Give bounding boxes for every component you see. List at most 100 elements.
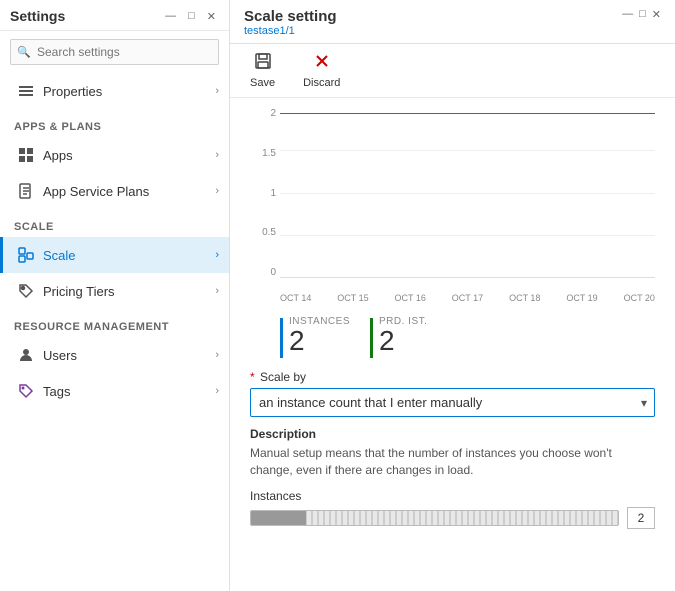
instances-section: Instances 2 <box>250 489 655 529</box>
chevron-right-icon: › <box>215 185 219 197</box>
scale-by-select-wrapper: an instance count that I enter manually … <box>250 388 655 417</box>
instance-badge-prod: PRD. IST. 2 <box>370 316 427 358</box>
section-header-apps-plans: APPS & PLANS <box>0 109 229 137</box>
chart-body <box>280 108 655 278</box>
main-panel: Scale setting testase1/1 — □ ✕ Save Disc… <box>230 0 675 591</box>
chevron-right-icon: › <box>215 285 219 297</box>
chart-area: 2 1.5 1 0.5 0 OCT 14 OCT 15 OCT 16 OCT 1… <box>250 108 655 308</box>
sidebar-item-scale[interactable]: Scale › <box>0 237 229 273</box>
chevron-right-icon: › <box>215 85 219 97</box>
x-label-oct17: OCT 17 <box>452 293 483 303</box>
discard-icon <box>313 52 331 75</box>
scale-icon <box>17 246 35 264</box>
instances-label: Instances <box>250 489 655 503</box>
sidebar-item-label: App Service Plans <box>43 184 215 199</box>
save-button[interactable]: Save <box>244 48 281 93</box>
sidebar-item-label: Pricing Tiers <box>43 284 215 299</box>
main-titlebar: Scale setting testase1/1 — □ ✕ <box>230 0 675 44</box>
x-label-oct19: OCT 19 <box>566 293 597 303</box>
sidebar-item-app-service-plans[interactable]: App Service Plans › <box>0 173 229 209</box>
description-section: Description Manual setup means that the … <box>250 427 655 479</box>
minimize-button-main[interactable]: — <box>622 8 633 21</box>
instances-slider-track[interactable] <box>250 510 619 526</box>
scale-section: * Scale by an instance count that I ente… <box>250 370 655 417</box>
search-input[interactable] <box>10 39 219 65</box>
grid-icon <box>17 146 35 164</box>
settings-panel-title: Settings <box>10 8 65 24</box>
y-label-1: 1 <box>270 188 276 199</box>
close-button-main[interactable]: ✕ <box>652 8 661 21</box>
minimize-button[interactable]: — <box>162 9 179 24</box>
settings-titlebar-controls: — □ ✕ <box>162 9 219 24</box>
scale-by-label: * Scale by <box>250 370 655 384</box>
instances-value: 2 <box>627 507 655 529</box>
discard-button[interactable]: Discard <box>297 48 346 93</box>
page-icon <box>17 182 35 200</box>
toolbar: Save Discard <box>230 44 675 98</box>
grid-line-3 <box>280 235 655 236</box>
grid-line-2 <box>280 193 655 194</box>
sidebar-item-pricing-tiers[interactable]: Pricing Tiers › <box>0 273 229 309</box>
search-icon: 🔍 <box>17 46 31 59</box>
bars-icon <box>17 82 35 100</box>
main-content: 2 1.5 1 0.5 0 OCT 14 OCT 15 OCT 16 OCT 1… <box>230 98 675 591</box>
save-label: Save <box>250 77 275 89</box>
tag2-icon <box>17 382 35 400</box>
maximize-button[interactable]: □ <box>185 9 198 24</box>
sidebar-item-label: Apps <box>43 148 215 163</box>
badge-bar-green <box>370 318 373 358</box>
chevron-right-icon: › <box>215 385 219 397</box>
x-label-oct16: OCT 16 <box>395 293 426 303</box>
chart-y-axis: 2 1.5 1 0.5 0 <box>250 108 280 278</box>
settings-panel: Settings — □ ✕ 🔍 Properties › APPS & PLA… <box>0 0 230 591</box>
badge-number-prod: 2 <box>379 327 427 355</box>
required-marker: * <box>250 370 255 384</box>
main-panel-title: Scale setting <box>244 8 337 25</box>
maximize-button-main[interactable]: □ <box>639 8 646 21</box>
sidebar-item-properties[interactable]: Properties › <box>0 73 229 109</box>
sidebar-item-label: Properties <box>43 84 215 99</box>
y-label-2: 2 <box>270 108 276 119</box>
instances-slider-row: 2 <box>250 507 655 529</box>
nav-section-apps-plans: APPS & PLANS Apps › App Service Plans › <box>0 109 229 209</box>
y-label-0: 0 <box>270 267 276 278</box>
save-icon <box>254 52 272 75</box>
grid-line-1 <box>280 150 655 151</box>
y-label-1-5: 1.5 <box>262 148 276 159</box>
nav-section-resource-management: RESOURCE MANAGEMENT Users › Tags › <box>0 309 229 409</box>
nav-section-scale: SCALE Scale › Pricing Tiers › <box>0 209 229 309</box>
chevron-right-icon: › <box>215 349 219 361</box>
sidebar-item-tags[interactable]: Tags › <box>0 373 229 409</box>
badge-content-instances: INSTANCES 2 <box>289 316 350 355</box>
chevron-right-icon: › <box>215 149 219 161</box>
chart-x-labels: OCT 14 OCT 15 OCT 16 OCT 17 OCT 18 OCT 1… <box>280 288 655 308</box>
scale-by-select[interactable]: an instance count that I enter manually … <box>250 388 655 417</box>
chart-data-line <box>280 113 655 114</box>
sidebar-item-users[interactable]: Users › <box>0 337 229 373</box>
slider-fill <box>251 511 306 525</box>
discard-label: Discard <box>303 77 340 89</box>
x-label-oct14: OCT 14 <box>280 293 311 303</box>
sidebar-item-label: Users <box>43 348 215 363</box>
x-label-oct15: OCT 15 <box>337 293 368 303</box>
section-header-scale: SCALE <box>0 209 229 237</box>
close-button[interactable]: ✕ <box>204 9 219 24</box>
instance-badge-instances: INSTANCES 2 <box>280 316 350 358</box>
main-titlebar-controls: — □ ✕ <box>622 8 661 21</box>
sidebar-item-label: Tags <box>43 384 215 399</box>
tag-icon <box>17 282 35 300</box>
badge-content-prod: PRD. IST. 2 <box>379 316 427 355</box>
y-label-0-5: 0.5 <box>262 227 276 238</box>
sidebar-item-apps[interactable]: Apps › <box>0 137 229 173</box>
badge-bar-blue <box>280 318 283 358</box>
x-label-oct18: OCT 18 <box>509 293 540 303</box>
x-label-oct20: OCT 20 <box>624 293 655 303</box>
description-text: Manual setup means that the number of in… <box>250 445 655 479</box>
user-icon <box>17 346 35 364</box>
section-header-resource-management: RESOURCE MANAGEMENT <box>0 309 229 337</box>
nav-section-main: Properties › <box>0 73 229 109</box>
instance-badges: INSTANCES 2 PRD. IST. 2 <box>250 316 655 358</box>
settings-titlebar: Settings — □ ✕ <box>0 0 229 31</box>
search-box: 🔍 <box>10 39 219 65</box>
sidebar-item-label: Scale <box>43 248 215 263</box>
